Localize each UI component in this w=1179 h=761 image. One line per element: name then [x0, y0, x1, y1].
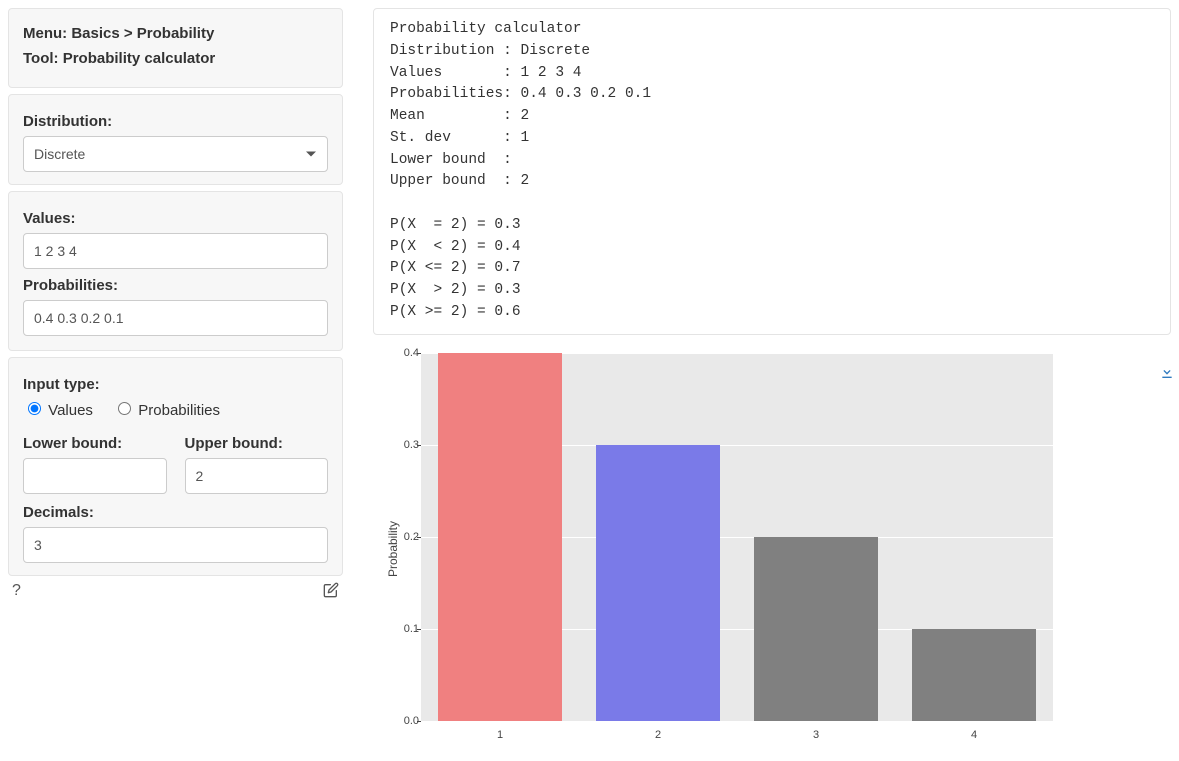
decimals-input[interactable] — [23, 527, 328, 563]
distribution-label: Distribution: — [23, 113, 328, 130]
chart-y-tick: 0.3 — [397, 439, 419, 451]
probabilities-input[interactable] — [23, 300, 328, 336]
chart-bar — [596, 445, 719, 721]
radio-values[interactable] — [28, 402, 41, 415]
chart-bar — [754, 537, 877, 721]
download-icon[interactable] — [1159, 364, 1175, 383]
chart-plot-area — [421, 353, 1053, 721]
input-type-label: Input type: — [23, 376, 328, 393]
distribution-panel: Distribution: Discrete — [8, 94, 343, 185]
edit-icon[interactable] — [323, 582, 339, 603]
header-panel: Menu: Basics > Probability Tool: Probabi… — [8, 8, 343, 88]
menu-breadcrumb: Menu: Basics > Probability — [23, 25, 328, 42]
values-panel: Values: Probabilities: — [8, 191, 343, 351]
chart-x-tick: 3 — [813, 729, 819, 741]
radio-values-label[interactable]: Values — [23, 402, 97, 419]
radio-probabilities[interactable] — [118, 402, 131, 415]
input-options-panel: Input type: Values Probabilities Lower b… — [8, 357, 343, 576]
chart-y-tick: 0.4 — [397, 347, 419, 359]
sidebar-footer: ? — [8, 582, 343, 603]
main-content: Probability calculator Distribution : Di… — [373, 8, 1171, 745]
help-icon[interactable]: ? — [12, 582, 21, 603]
chart-y-tick: 0.2 — [397, 531, 419, 543]
upper-bound-label: Upper bound: — [185, 435, 329, 452]
results-output: Probability calculator Distribution : Di… — [373, 8, 1171, 335]
chart-bar — [912, 629, 1035, 721]
values-label: Values: — [23, 210, 328, 227]
sidebar: Menu: Basics > Probability Tool: Probabi… — [8, 8, 343, 603]
radio-probabilities-label[interactable]: Probabilities — [113, 402, 220, 419]
values-input[interactable] — [23, 233, 328, 269]
upper-bound-input[interactable] — [185, 458, 329, 494]
lower-bound-input[interactable] — [23, 458, 167, 494]
chart-bar — [438, 353, 561, 721]
decimals-label: Decimals: — [23, 504, 328, 521]
probabilities-label: Probabilities: — [23, 277, 328, 294]
chart-y-axis-label: Probability — [386, 520, 400, 576]
lower-bound-label: Lower bound: — [23, 435, 167, 452]
chart-y-tick: 0.0 — [397, 715, 419, 727]
distribution-select[interactable]: Discrete — [23, 136, 328, 172]
chart-x-tick: 1 — [497, 729, 503, 741]
chart-x-tick: 4 — [971, 729, 977, 741]
tool-title: Tool: Probability calculator — [23, 50, 328, 67]
chart-y-tick: 0.1 — [397, 623, 419, 635]
probability-chart: Probability 0.00.10.20.30.41234 — [373, 353, 1053, 745]
chart-x-tick: 2 — [655, 729, 661, 741]
